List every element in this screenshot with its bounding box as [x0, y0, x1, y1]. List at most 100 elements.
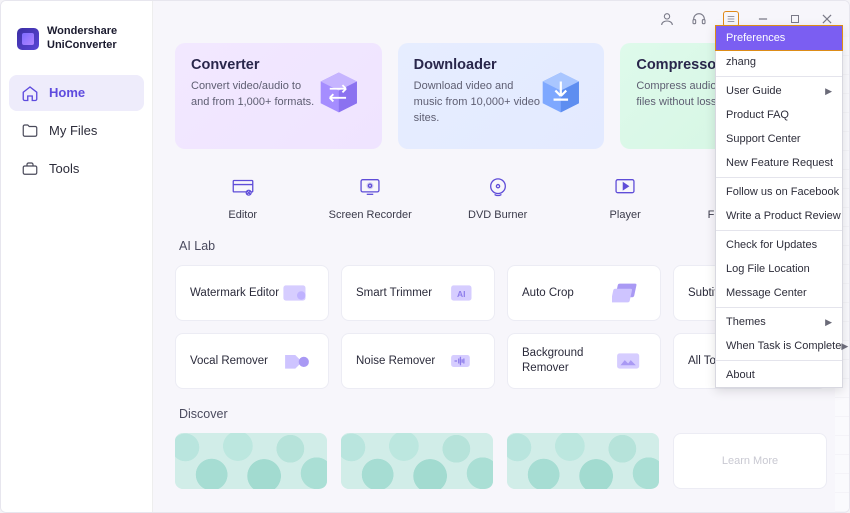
tool-editor[interactable]: Editor — [198, 173, 288, 221]
menu-item[interactable]: User Guide ▶ — [716, 79, 842, 103]
ai-smart-trimmer[interactable]: Smart Trimmer AI — [341, 265, 495, 321]
menu-item-label: Product FAQ — [726, 109, 789, 121]
nav-label: My Files — [49, 123, 97, 138]
sidebar: Wondershare UniConverter Home My Files — [1, 1, 153, 512]
menu-item-label: New Feature Request — [726, 157, 833, 169]
nav-label: Home — [49, 85, 85, 100]
ai-background-remover[interactable]: Background Remover — [507, 333, 661, 389]
menu-separator — [716, 307, 842, 308]
brand: Wondershare UniConverter — [1, 25, 152, 75]
ai-noise-remover[interactable]: Noise Remover — [341, 333, 495, 389]
ai-label: Background Remover — [522, 346, 612, 376]
discover-row: Learn More — [175, 433, 827, 489]
menu-item[interactable]: Write a Product Review — [716, 204, 842, 228]
player-icon — [611, 173, 639, 201]
vocal-icon — [280, 348, 314, 374]
menu-item-label: Write a Product Review — [726, 210, 841, 222]
noise-icon — [446, 348, 480, 374]
menu-item-label: Log File Location — [726, 263, 810, 275]
editor-icon — [229, 173, 257, 201]
brand-line1: Wondershare — [47, 25, 117, 39]
tool-label: Editor — [228, 209, 257, 221]
tool-screen-recorder[interactable]: Screen Recorder — [325, 173, 415, 221]
discover-card[interactable] — [341, 433, 493, 489]
menu-item-label: Themes — [726, 316, 766, 328]
menu-separator — [716, 230, 842, 231]
converter-icon — [308, 67, 366, 125]
app-window: Wondershare UniConverter Home My Files — [0, 0, 850, 513]
promo-desc: Convert video/audio to and from 1,000+ f… — [191, 79, 321, 111]
dvd-icon — [484, 173, 512, 201]
brand-line2: UniConverter — [47, 39, 117, 53]
menu-separator — [716, 76, 842, 77]
menu-item-label: Check for Updates — [726, 239, 817, 251]
discover-section: Discover Learn More — [175, 407, 827, 489]
ai-auto-crop[interactable]: Auto Crop — [507, 265, 661, 321]
menu-item-label: zhang — [726, 56, 756, 68]
menu-item[interactable]: zhang — [716, 50, 842, 74]
nav-item-home[interactable]: Home — [9, 75, 144, 111]
promo-converter[interactable]: Converter Convert video/audio to and fro… — [175, 43, 382, 149]
nav-label: Tools — [49, 161, 79, 176]
bg-remove-icon — [612, 348, 646, 374]
toolbox-icon — [21, 160, 39, 178]
menu-item[interactable]: About — [716, 363, 842, 387]
menu-item-label: Message Center — [726, 287, 807, 299]
menu-item-label: Follow us on Facebook — [726, 186, 839, 198]
tool-dvd-burner[interactable]: DVD Burner — [453, 173, 543, 221]
recorder-icon — [356, 173, 384, 201]
promo-downloader[interactable]: Downloader Download video and music from… — [398, 43, 605, 149]
nav-item-myfiles[interactable]: My Files — [9, 113, 144, 149]
chevron-right-icon: ▶ — [841, 341, 848, 352]
headset-icon[interactable] — [691, 11, 707, 27]
menu-item-label: User Guide — [726, 85, 782, 97]
primary-nav: Home My Files Tools — [1, 75, 152, 187]
brand-text: Wondershare UniConverter — [47, 25, 117, 53]
account-icon[interactable] — [659, 11, 675, 27]
discover-learn-more[interactable]: Learn More — [673, 433, 827, 489]
tool-label: Player — [610, 209, 641, 221]
menu-item[interactable]: Check for Updates — [716, 233, 842, 257]
discover-card[interactable] — [175, 433, 327, 489]
menu-item[interactable]: New Feature Request — [716, 151, 842, 175]
discover-thumb-icon — [175, 433, 327, 489]
tool-label: DVD Burner — [468, 209, 527, 221]
discover-more-label: Learn More — [722, 455, 778, 467]
menu-item[interactable]: When Task is Complete▶ — [716, 334, 842, 358]
hamburger-dropdown: Preferences zhang User Guide ▶ Product FAQ Su… — [715, 25, 843, 388]
menu-item[interactable]: Product FAQ — [716, 103, 842, 127]
chevron-right-icon: ▶ — [825, 86, 832, 97]
chevron-right-icon: ▶ — [825, 317, 832, 328]
menu-separator — [716, 360, 842, 361]
ai-label: Vocal Remover — [190, 354, 268, 369]
discover-card[interactable] — [507, 433, 659, 489]
menu-item[interactable]: Follow us on Facebook — [716, 180, 842, 204]
menu-item[interactable]: Preferences — [715, 25, 843, 51]
nav-item-tools[interactable]: Tools — [9, 151, 144, 187]
menu-item-label: Support Center — [726, 133, 801, 145]
menu-item[interactable]: Themes ▶ — [716, 310, 842, 334]
ai-label: Watermark Editor — [190, 286, 279, 301]
section-title-discover: Discover — [179, 407, 827, 421]
ai-watermark-editor[interactable]: Watermark Editor — [175, 265, 329, 321]
menu-item-label: When Task is Complete — [726, 340, 841, 352]
crop-icon — [612, 280, 646, 306]
ai-vocal-remover[interactable]: Vocal Remover — [175, 333, 329, 389]
menu-item[interactable]: Message Center — [716, 281, 842, 305]
tool-label: Screen Recorder — [329, 209, 412, 221]
menu-item-label: About — [726, 369, 755, 381]
folder-icon — [21, 122, 39, 140]
discover-thumb-icon — [341, 433, 493, 489]
ai-label: Auto Crop — [522, 286, 574, 301]
menu-item[interactable]: Support Center — [716, 127, 842, 151]
menu-item-label: Preferences — [726, 32, 785, 44]
ai-label: Noise Remover — [356, 354, 435, 369]
menu-item[interactable]: Log File Location — [716, 257, 842, 281]
tool-player[interactable]: Player — [580, 173, 670, 221]
svg-text:AI: AI — [457, 289, 466, 299]
watermark-icon — [280, 280, 314, 306]
home-icon — [21, 84, 39, 102]
discover-thumb-icon — [507, 433, 659, 489]
promo-desc: Download video and music from 10,000+ vi… — [414, 79, 544, 127]
main-panel: Converter Convert video/audio to and fro… — [153, 1, 849, 512]
